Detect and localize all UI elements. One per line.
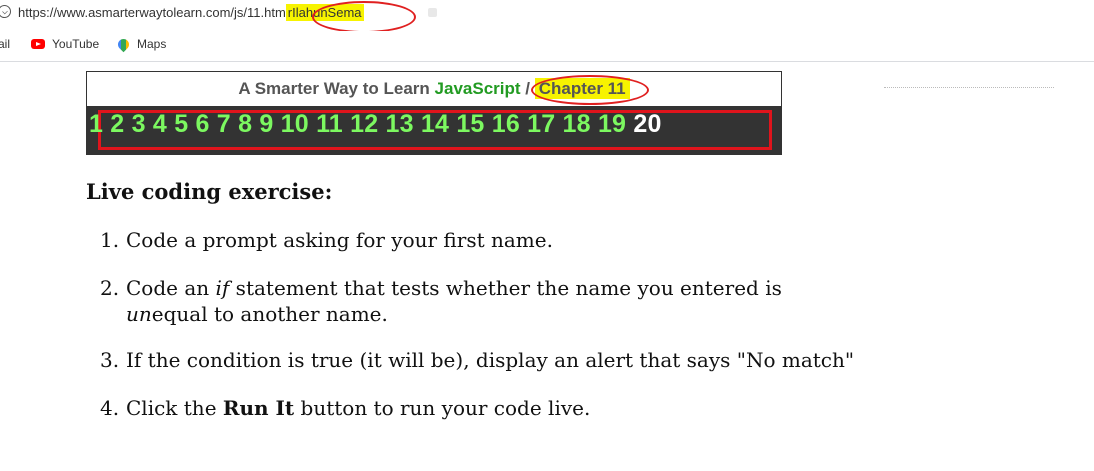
step-number: 2. (100, 276, 120, 300)
youtube-icon (31, 39, 45, 49)
bookmark-label: ail (0, 37, 11, 51)
step-text: button to run your code live. (294, 396, 591, 420)
chapter-banner: A Smarter Way to Learn JavaScript / Chap… (86, 71, 782, 155)
exercise-number-links: 1 2 3 4 5 6 7 8 9 10 11 12 13 14 15 16 17 18 19 20 (89, 109, 662, 139)
bookmark-gmail[interactable]: ail (0, 37, 10, 51)
bookmark-label: YouTube (52, 37, 100, 51)
chapter-number-link[interactable]: 18 (563, 109, 591, 139)
chapter-number-link[interactable]: 13 (386, 109, 414, 139)
chapter-number-link[interactable]: 15 (456, 109, 484, 139)
bookmark-youtube[interactable]: YouTube (31, 37, 99, 51)
maps-icon (115, 36, 132, 52)
step-item: 1. Code a prompt asking for your first n… (100, 227, 920, 253)
chapter-number-bar: 1 2 3 4 5 6 7 8 9 10 11 12 13 14 15 16 17 18 19 20 (87, 106, 781, 154)
bookmark-label: Maps (137, 37, 167, 51)
chapter-number-link[interactable]: 11 (316, 109, 343, 139)
chapter-number-link[interactable]: 8 (238, 109, 252, 139)
step-number: 3. (100, 348, 120, 372)
bookmark-maps[interactable]: Maps (115, 36, 167, 52)
chapter-number-link[interactable]: 7 (217, 109, 231, 139)
site-info-icon[interactable] (0, 5, 11, 18)
step-item: 3. If the condition is true (it will be)… (100, 347, 920, 373)
step-item: 2. Code an if statement that tests wheth… (100, 275, 920, 327)
step-emphasis: un (126, 302, 152, 326)
run-it-label: Run It (222, 396, 295, 420)
url-prefix: https://www.asmarterwaytolearn.com/js/11… (18, 5, 286, 20)
chapter-number-link[interactable]: 17 (527, 109, 555, 139)
toolbar-divider (0, 61, 1094, 62)
exercise-steps: 1. Code a prompt asking for your first n… (100, 227, 920, 443)
title-javascript-link[interactable]: JavaScript (435, 79, 521, 98)
chapter-number-link[interactable]: 1 (89, 109, 103, 139)
bookmarks-bar: ail YouTube Maps (0, 31, 1094, 57)
chapter-number-link[interactable]: 6 (195, 109, 209, 139)
chapter-number-link[interactable]: 16 (492, 109, 520, 139)
step-number: 4. (100, 396, 120, 420)
chapter-number-link[interactable]: 9 (259, 109, 273, 139)
chapter-number-link[interactable]: 19 (598, 109, 626, 139)
chapter-number-link[interactable]: 2 (110, 109, 124, 139)
step-text: Click the (126, 396, 223, 420)
chapter-number-link[interactable]: 10 (281, 109, 309, 139)
step-text: equal to another name. (151, 302, 388, 326)
address-bar[interactable]: https://www.asmarterwaytolearn.com/js/11… (0, 0, 1094, 33)
step-emphasis: if (215, 276, 230, 300)
chapter-number-link[interactable]: 12 (350, 109, 378, 139)
chapter-number-link[interactable]: 3 (132, 109, 146, 139)
step-text: statement that tests whether the name yo… (229, 276, 782, 300)
chapter-number-link[interactable]: 5 (174, 109, 188, 139)
step-text: If the condition is true (it will be), d… (126, 348, 855, 372)
step-item: 4. Click the Run It button to run your c… (100, 395, 920, 421)
dotted-divider (884, 87, 1054, 89)
step-number: 1. (100, 228, 120, 252)
banner-title: A Smarter Way to Learn JavaScript / Chap… (87, 72, 781, 106)
bookmark-star-icon[interactable] (428, 8, 437, 17)
step-text: Code an (126, 276, 216, 300)
chapter-number-link[interactable]: 4 (153, 109, 167, 139)
chapter-number-link[interactable]: 14 (421, 109, 449, 139)
annotation-circle-chapter (531, 75, 649, 105)
annotation-circle-url (312, 1, 416, 33)
page-heading: Live coding exercise: (86, 179, 333, 204)
step-text: Code a prompt asking for your first name… (126, 228, 553, 252)
title-prefix: A Smarter Way to Learn (238, 79, 435, 98)
chapter-number-link: 20 (633, 110, 662, 138)
